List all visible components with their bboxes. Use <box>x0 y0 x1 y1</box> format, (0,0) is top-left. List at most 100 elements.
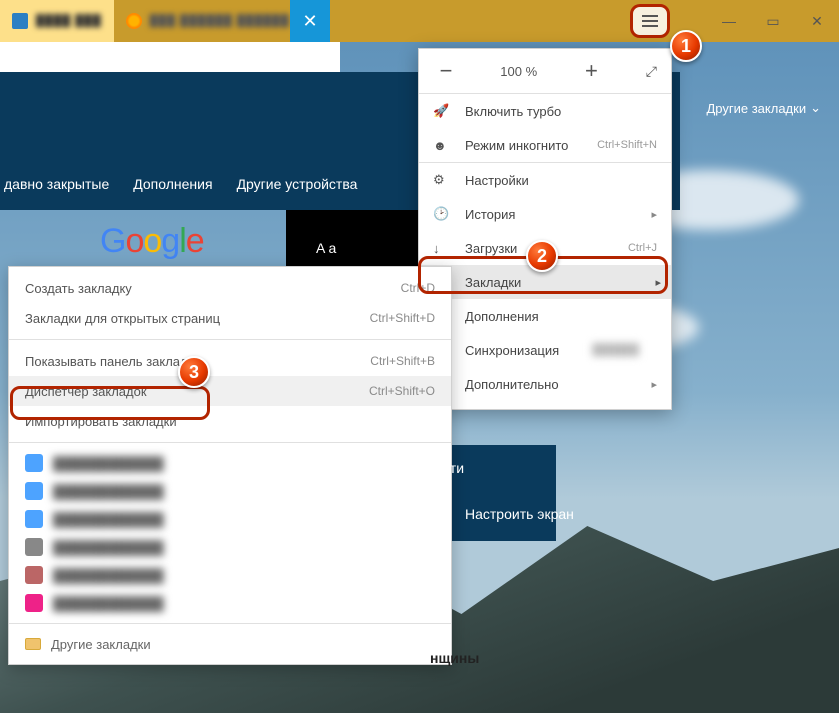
fullscreen-button[interactable]: ⤢ <box>646 63 657 80</box>
label: Загрузки <box>465 241 517 256</box>
label: Диспетчер закладок <box>25 384 147 399</box>
menu-button[interactable] <box>630 4 670 38</box>
minimize-button[interactable]: — <box>707 0 751 42</box>
bookmark-title: ████████████ <box>53 568 164 583</box>
bookmark-favicon <box>25 538 43 556</box>
zoom-controls: − 100 % + ⤢ <box>419 49 671 93</box>
separator <box>9 339 451 340</box>
chevron-right-icon: ▸ <box>651 378 657 391</box>
clock-icon: 🕑 <box>433 206 455 222</box>
bookmarks-submenu: Создать закладку Ctrl+D Закладки для отк… <box>8 266 452 665</box>
address-bar[interactable] <box>0 42 340 72</box>
submenu-item-other-bookmarks-folder[interactable]: Другие закладки <box>9 630 451 658</box>
bookmark-favicon <box>25 454 43 472</box>
folder-icon <box>25 638 41 650</box>
separator <box>9 442 451 443</box>
tab-title: ████ ███ <box>36 15 102 27</box>
tab-title: ███ ██████ ██████ <box>150 15 290 27</box>
menu-item-more[interactable]: ⋯ Дополнительно ▸ <box>419 367 671 401</box>
label: Показывать панель закладок <box>25 354 201 369</box>
label: Закладки для открытых страниц <box>25 311 220 326</box>
configure-screen-link[interactable]: Настроить экран <box>465 506 574 522</box>
label: Закладки <box>465 275 521 290</box>
callout-badge-2: 2 <box>526 240 558 272</box>
hamburger-icon <box>642 15 658 27</box>
browser-tab[interactable]: ███ ██████ ██████ <box>114 0 302 42</box>
bookmark-item[interactable]: ████████████ <box>9 533 451 561</box>
menu-item-settings[interactable]: ⚙ Настройки <box>419 163 671 197</box>
download-icon: ↓ <box>433 241 455 256</box>
bookmark-item[interactable]: ████████████ <box>9 589 451 617</box>
shortcut: Ctrl+Shift+D <box>370 311 435 325</box>
submenu-item-import-bookmarks[interactable]: Импортировать закладки <box>9 406 451 436</box>
callout-badge-1: 1 <box>670 30 702 62</box>
label: Дополнительно <box>465 377 559 392</box>
bookmarks-list: ████████████ ████████████ ████████████ ████… <box>9 449 451 617</box>
bookmark-item[interactable]: ████████████ <box>9 505 451 533</box>
nav-addons[interactable]: Дополнения <box>133 176 212 192</box>
nav-other-devices[interactable]: Другие устройства <box>237 176 358 192</box>
bookmark-title: ████████████ <box>53 512 164 527</box>
tab-favicon <box>12 13 28 29</box>
label: История <box>465 207 515 222</box>
label: Другие закладки <box>51 637 151 652</box>
submenu-item-bookmark-open-pages[interactable]: Закладки для открытых страниц Ctrl+Shift… <box>9 303 451 333</box>
submenu-item-create-bookmark[interactable]: Создать закладку Ctrl+D <box>9 273 451 303</box>
menu-item-addons[interactable]: ▦ Дополнения <box>419 299 671 333</box>
rocket-icon: 🚀 <box>433 103 455 119</box>
zoom-out-button[interactable]: − <box>433 58 459 84</box>
bookmark-item[interactable]: ████████████ <box>9 477 451 505</box>
label: Включить турбо <box>465 104 561 119</box>
bookmark-title: ████████████ <box>53 596 164 611</box>
maximize-button[interactable]: ▭ <box>751 0 795 42</box>
other-bookmarks-dropdown[interactable]: Другие закладки ⌄ <box>706 100 821 116</box>
sliders-icon: ⚙ <box>433 172 455 188</box>
bookmark-title: ████████████ <box>53 456 164 471</box>
browser-tab[interactable]: ████ ███ <box>0 0 114 42</box>
shortcut: Ctrl+Shift+N <box>597 139 657 151</box>
label: Режим инкогнито <box>465 138 568 153</box>
chevron-down-icon: ⌄ <box>810 100 821 116</box>
shortcut: Ctrl+J <box>628 242 657 254</box>
menu-item-incognito[interactable]: ☻ Режим инкогнито Ctrl+Shift+N <box>419 128 671 162</box>
shortcut: Ctrl+Shift+B <box>370 354 435 368</box>
close-icon: ✕ <box>302 11 317 32</box>
label: Другие закладки <box>706 101 806 116</box>
submenu-item-bookmark-manager[interactable]: Диспетчер закладок Ctrl+Shift+O <box>9 376 451 406</box>
text-fragment: нщины <box>430 650 479 666</box>
shortcut: Ctrl+D <box>401 281 435 295</box>
nav-recently-closed[interactable]: давно закрытые <box>4 176 109 192</box>
bookmark-favicon <box>25 566 43 584</box>
submenu-item-show-panel[interactable]: Показывать панель закладок Ctrl+Shift+B <box>9 346 451 376</box>
bookmark-favicon <box>25 594 43 612</box>
shortcut: Ctrl+Shift+O <box>369 384 435 398</box>
chevron-right-icon: ▸ <box>651 208 657 221</box>
label: Создать закладку <box>25 281 132 296</box>
mask-icon: ☻ <box>433 138 455 153</box>
google-logo: Google <box>100 222 204 261</box>
main-menu: − 100 % + ⤢ 🚀 Включить турбо ☻ Режим инк… <box>418 48 672 410</box>
sync-user: ██████ <box>592 344 639 356</box>
label: Импортировать закладки <box>25 414 177 429</box>
bookmark-favicon <box>25 482 43 500</box>
chevron-right-icon: ▸ <box>655 276 661 289</box>
zoom-value: 100 % <box>500 64 537 79</box>
bookmark-item[interactable]: ████████████ <box>9 561 451 589</box>
label: Дополнения <box>465 309 539 324</box>
close-window-button[interactable]: ✕ <box>795 0 839 42</box>
menu-item-history[interactable]: 🕑 История ▸ <box>419 197 671 231</box>
bookmark-item[interactable]: ████████████ <box>9 449 451 477</box>
label: Синхронизация <box>465 343 559 358</box>
text-fragment: ости <box>435 460 464 476</box>
label: Настройки <box>465 173 529 188</box>
tab-close-button[interactable]: ✕ <box>290 0 330 42</box>
bookmark-favicon <box>25 510 43 528</box>
zoom-in-button[interactable]: + <box>578 58 604 84</box>
menu-item-turbo[interactable]: 🚀 Включить турбо <box>419 94 671 128</box>
tab-favicon <box>126 13 142 29</box>
callout-badge-3: 3 <box>178 356 210 388</box>
separator <box>9 623 451 624</box>
menu-item-sync[interactable]: ⟳ Синхронизация ██████ <box>419 333 671 367</box>
bookmark-title: ████████████ <box>53 540 164 555</box>
bookmark-title: ████████████ <box>53 484 164 499</box>
